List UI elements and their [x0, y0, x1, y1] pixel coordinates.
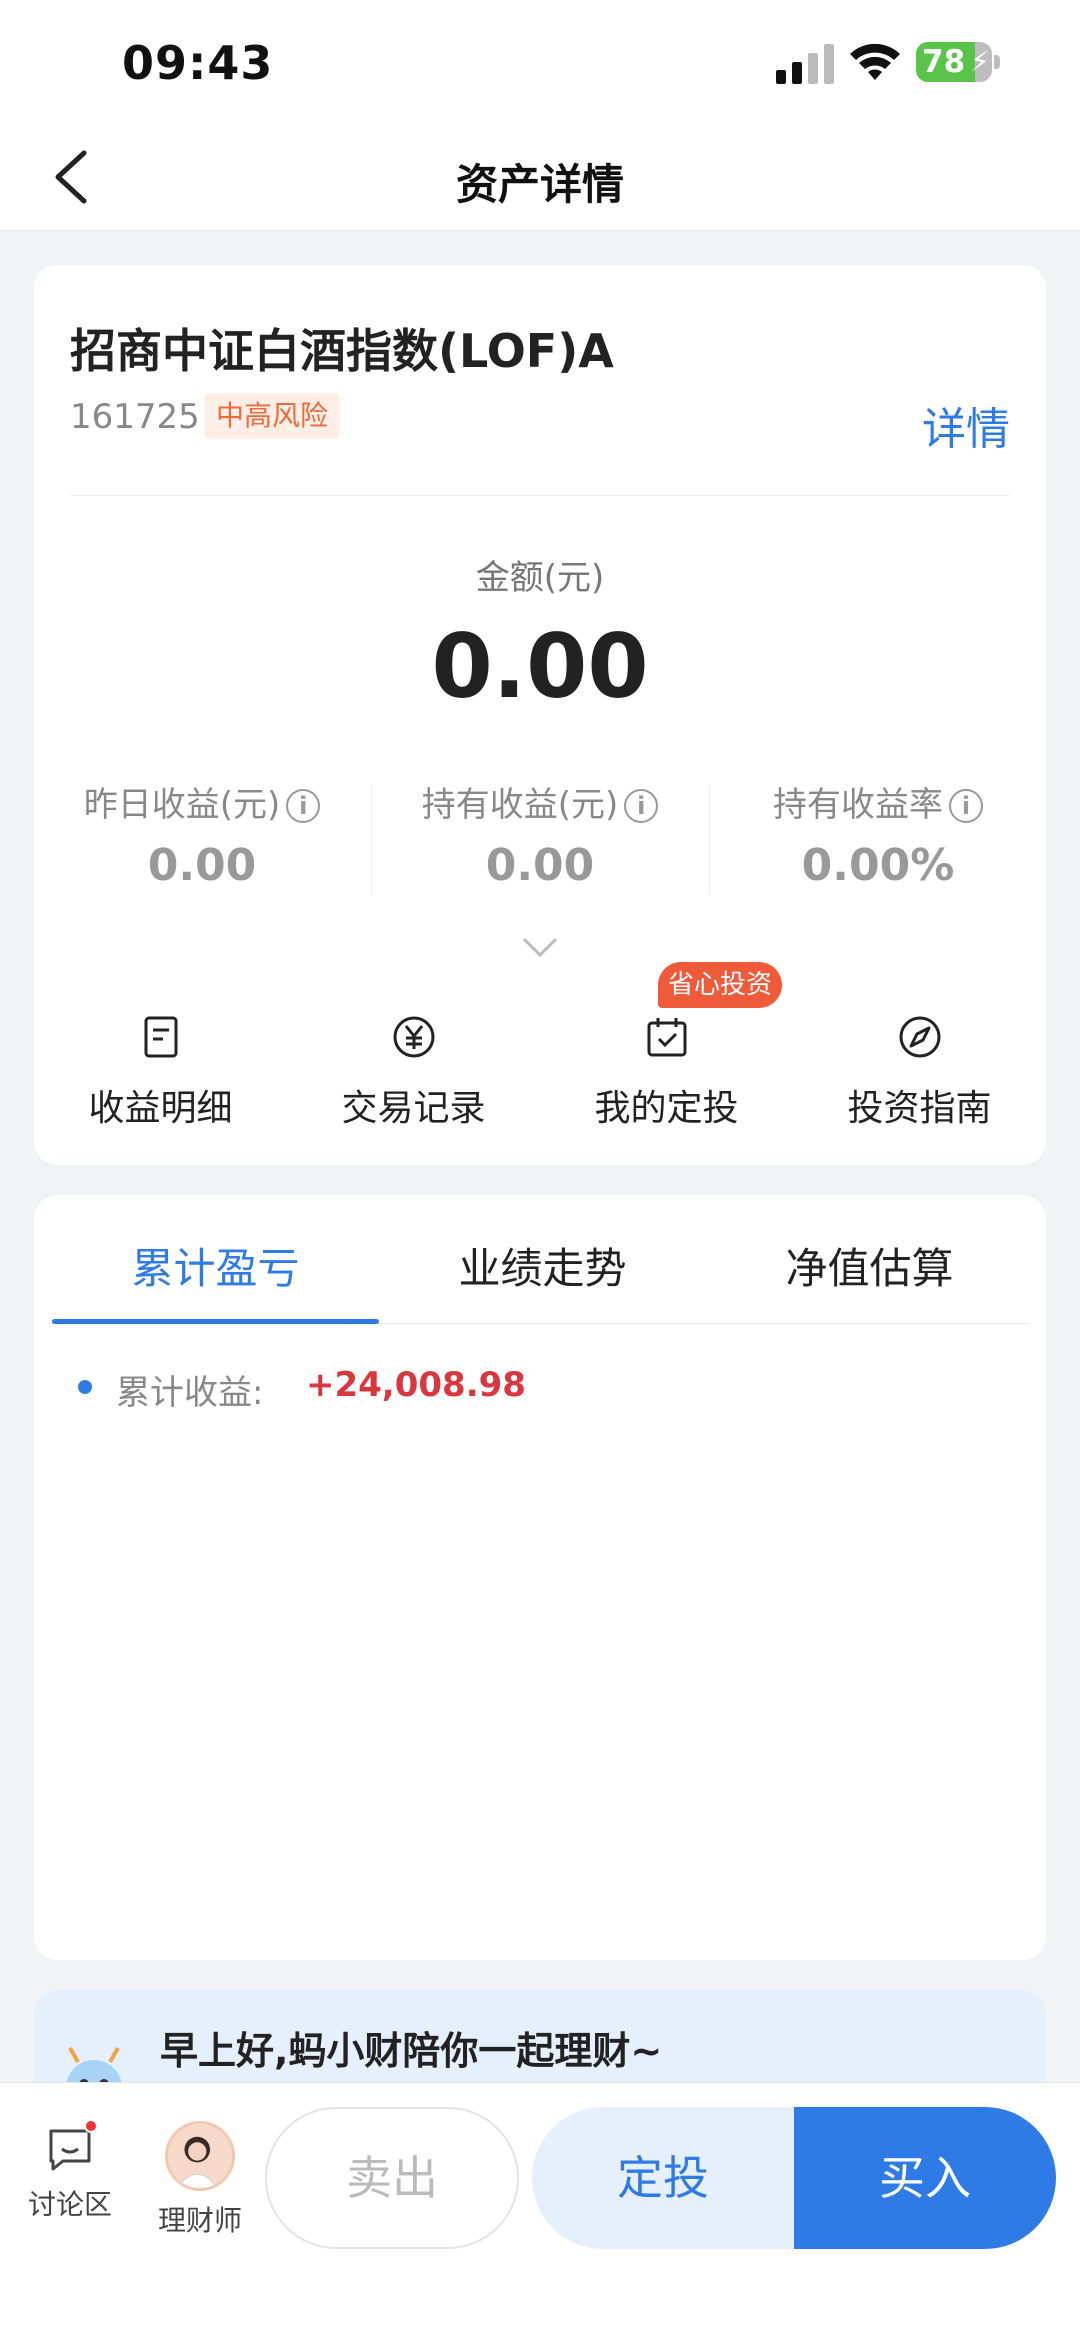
battery-icon: 78 ⚡ [916, 42, 1002, 82]
action-label: 收益明细 [88, 1088, 233, 1129]
info-icon[interactable]: i [286, 789, 321, 823]
wifi-icon [850, 43, 900, 80]
avatar [165, 2121, 235, 2191]
chevron-down-icon[interactable] [522, 937, 558, 959]
divider [70, 495, 1010, 496]
stat-value: 0.00% [801, 840, 955, 891]
fund-detail-link[interactable]: 详情 [922, 393, 1010, 457]
stat-label: 持有收益(元) [421, 785, 619, 825]
page-title: 资产详情 [455, 160, 624, 209]
amount-label: 金额(元) [475, 558, 605, 598]
promo-badge: 省心投资 [658, 962, 783, 1008]
action-income-detail[interactable]: 收益明细 [34, 1015, 287, 1131]
yen-circle-icon [393, 1016, 434, 1058]
cellular-signal-icon [776, 44, 834, 84]
amount-value: 0.00 [431, 615, 649, 718]
action-my-auto-invest[interactable]: 我的定投 [540, 1015, 793, 1131]
status-bar: 09:43 78 ⚡ [0, 0, 1080, 125]
notification-dot [84, 2119, 98, 2133]
discussion-label: 讨论区 [27, 2188, 112, 2221]
stat-value: 0.00 [485, 840, 595, 891]
stat-holding: 持有收益(元) i 0.00 [372, 777, 708, 891]
stat-yesterday: 昨日收益(元) i 0.00 [34, 777, 370, 891]
action-invest-guide[interactable]: 投资指南 [793, 1015, 1046, 1131]
calendar-check-icon [647, 1018, 686, 1057]
action-label: 投资指南 [847, 1088, 992, 1129]
stat-label: 持有收益率 [773, 785, 943, 825]
fund-name: 招商中证白酒指数(LOF)A [70, 324, 614, 378]
buy-button[interactable]: 买入 [794, 2107, 1056, 2249]
discussion-button[interactable]: 讨论区 [22, 2119, 118, 2223]
stat-value: 0.00 [147, 840, 257, 891]
battery-level: 78 [922, 44, 966, 80]
greeting-text: 早上好,蚂小财陪你一起理财~ [160, 2029, 663, 2073]
fund-summary-card: 招商中证白酒指数(LOF)A 161725 中高风险 详情 金额(元) 0.00… [34, 265, 1046, 1165]
advisor-label: 理财师 [157, 2204, 242, 2237]
nav-bar: 资产详情 [0, 125, 1080, 231]
action-trade-records[interactable]: 交易记录 [287, 1015, 540, 1131]
bottom-action-bar: 讨论区 理财师 卖出 定投 买入 [0, 2082, 1080, 2337]
auto-invest-button[interactable]: 定投 [532, 2107, 794, 2249]
risk-badge: 中高风险 [204, 393, 341, 439]
compass-icon [899, 1016, 940, 1058]
advisor-avatar-icon [176, 2136, 218, 2188]
status-time: 09:43 [122, 36, 274, 90]
action-label: 我的定投 [594, 1088, 739, 1129]
stat-label: 昨日收益(元) [83, 785, 281, 825]
document-icon [144, 1016, 177, 1058]
advisor-button[interactable]: 理财师 [150, 2121, 250, 2239]
info-icon[interactable]: i [949, 789, 983, 823]
sell-button[interactable]: 卖出 [265, 2107, 519, 2249]
invest-buy-group: 定投 买入 [532, 2107, 1056, 2249]
fund-code: 161725 [70, 397, 200, 437]
stat-rate: 持有收益率 i 0.00% [710, 777, 1046, 891]
action-label: 交易记录 [341, 1088, 486, 1129]
performance-card: 累计盈亏 业绩走势 净值估算 累计收益: +24,008.98 60000.00… [34, 1195, 1046, 1960]
cumulative-pnl-chart[interactable]: 60000.0050000.0040000.0030000.0020000.00… [34, 1195, 1046, 1960]
info-icon[interactable]: i [624, 789, 659, 823]
